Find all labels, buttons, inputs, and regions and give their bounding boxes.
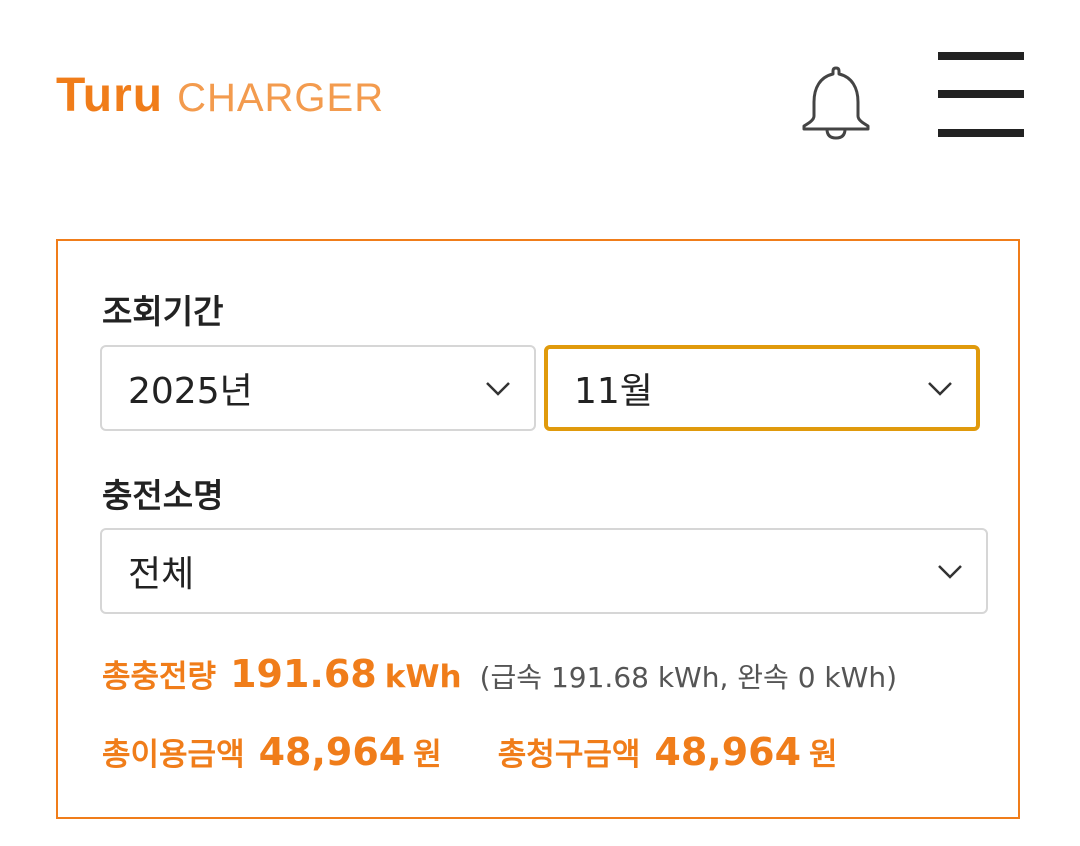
chevron-down-icon: [938, 565, 962, 579]
charge-history-filter-panel: 조회기간 2025년 11월 충전소명 전체 총충전량 191.68 kWh (…: [56, 239, 1020, 819]
turu-charger-logo[interactable]: Turu CHARGER: [56, 69, 385, 122]
amount-summary: 총이용금액 48,964 원 총청구금액 48,964 원: [102, 729, 838, 774]
total-billed-value: 48,964: [654, 730, 802, 774]
month-select-value: 11월: [574, 371, 653, 412]
station-select-value: 전체: [128, 554, 195, 595]
chevron-down-icon: [928, 382, 952, 396]
total-billed-unit: 원: [809, 737, 838, 773]
total-billed-label: 총청구금액: [497, 737, 641, 773]
menu-bar-top: [938, 52, 1024, 60]
charge-breakdown: (급속 191.68 kWh, 완속 0 kWh): [479, 661, 897, 694]
bell-icon[interactable]: [796, 58, 876, 140]
year-select-value: 2025년: [128, 371, 253, 412]
menu-bar-middle: [938, 90, 1024, 98]
total-usage-label: 총이용금액: [102, 737, 245, 773]
total-charge-unit: kWh: [384, 659, 462, 695]
hamburger-menu-icon[interactable]: [938, 52, 1024, 138]
total-charge-summary: 총충전량 191.68 kWh (급속 191.68 kWh, 완속 0 kWh…: [102, 651, 897, 696]
period-label: 조회기간: [102, 292, 224, 331]
total-charge-value: 191.68: [230, 652, 377, 696]
month-select[interactable]: 11월: [544, 345, 980, 431]
logo-turu-text: Turu: [56, 69, 164, 122]
total-usage-unit: 원: [413, 737, 442, 773]
total-charge-label: 총충전량: [102, 659, 217, 695]
app-header: Turu CHARGER: [0, 0, 1080, 190]
menu-bar-bottom: [938, 129, 1024, 137]
logo-charger-text: CHARGER: [177, 76, 385, 120]
total-usage-value: 48,964: [258, 730, 406, 774]
year-select[interactable]: 2025년: [100, 345, 536, 431]
station-label: 충전소명: [102, 476, 224, 515]
station-select[interactable]: 전체: [100, 528, 988, 614]
chevron-down-icon: [486, 382, 510, 396]
